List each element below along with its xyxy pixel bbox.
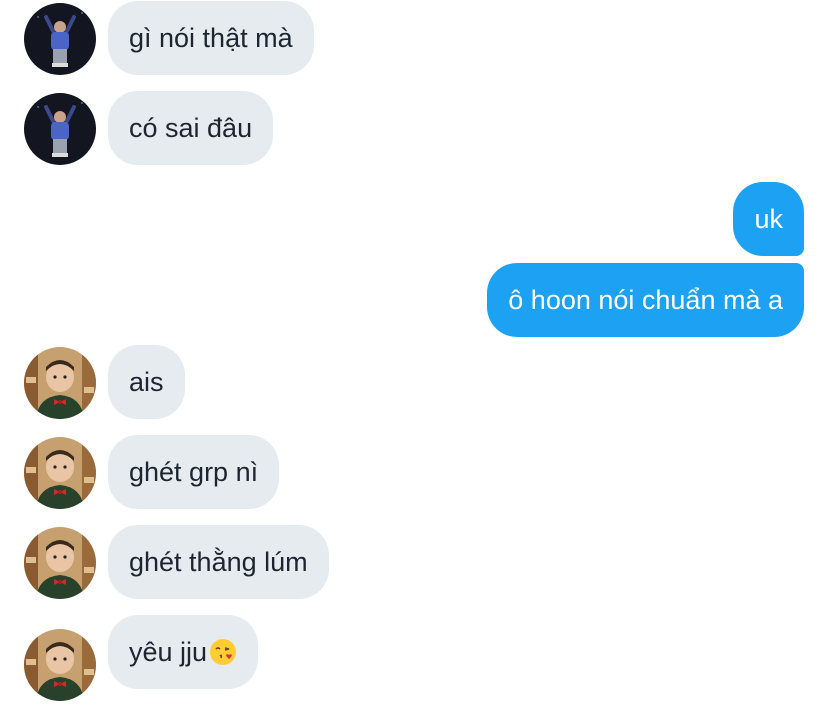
contact-avatar[interactable] <box>24 629 96 701</box>
message-bubble-incoming[interactable]: ais <box>108 345 185 419</box>
message-text: có sai đâu <box>129 113 253 143</box>
message-bubble-outgoing[interactable]: uk <box>733 182 804 256</box>
message-bubble-incoming[interactable]: có sai đâu <box>108 91 274 165</box>
boy-with-bowtie-photo-icon <box>24 629 96 701</box>
contact-avatar[interactable] <box>24 93 96 165</box>
contact-avatar[interactable] <box>24 347 96 419</box>
boy-with-bowtie-photo-icon <box>24 437 96 509</box>
message-text: ghét thằng lúm <box>129 547 308 577</box>
contact-avatar[interactable] <box>24 527 96 599</box>
message-text: ais <box>129 367 164 397</box>
message-bubble-incoming[interactable]: ghét grp nì <box>108 435 280 509</box>
contact-avatar[interactable] <box>24 437 96 509</box>
person-arms-raised-photo-icon <box>24 93 96 165</box>
contact-avatar[interactable] <box>24 3 96 75</box>
message-text: ô hoon nói chuẩn mà a <box>508 285 783 315</box>
message-bubble-outgoing[interactable]: ô hoon nói chuẩn mà a <box>487 263 804 337</box>
message-bubble-incoming[interactable]: ghét thằng lúm <box>108 525 329 599</box>
message-text: uk <box>754 204 783 234</box>
person-arms-raised-photo-icon <box>24 3 96 75</box>
boy-with-bowtie-photo-icon <box>24 347 96 419</box>
message-bubble-incoming[interactable]: yêu jju <box>108 615 259 689</box>
message-text: ghét grp nì <box>129 457 259 487</box>
message-text: gì nói thật mà <box>129 23 293 53</box>
message-bubble-incoming[interactable]: gì nói thật mà <box>108 1 314 75</box>
face-blowing-a-kiss-icon <box>209 638 237 666</box>
message-text: yêu jju <box>129 637 208 667</box>
boy-with-bowtie-photo-icon <box>24 527 96 599</box>
